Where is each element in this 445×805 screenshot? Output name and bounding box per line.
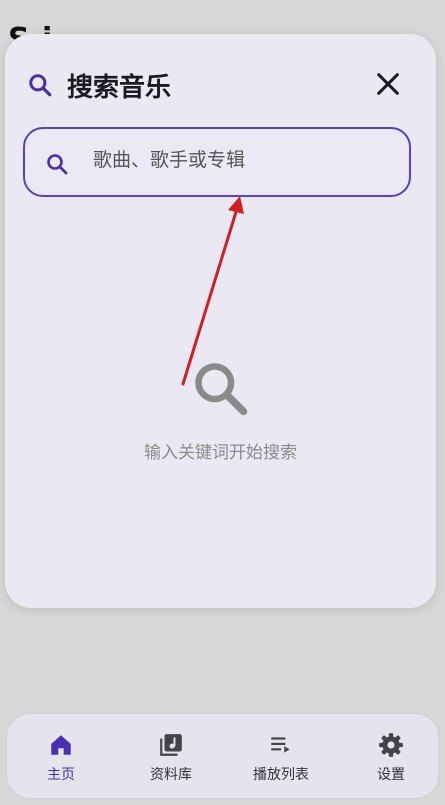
dialog-title: 搜索音乐 bbox=[67, 73, 172, 103]
search-field-icon bbox=[47, 154, 68, 175]
playlist-icon bbox=[271, 737, 290, 753]
bottom-navigation: 主页 资料库 播放列表 设置 bbox=[6, 713, 439, 799]
empty-search-icon bbox=[195, 363, 248, 416]
nav-item-library[interactable]: 资料库 bbox=[126, 732, 216, 784]
search-icon bbox=[29, 74, 52, 97]
gear-icon bbox=[379, 733, 403, 757]
library-icon bbox=[160, 734, 182, 756]
empty-state-text: 输入关键词开始搜索 bbox=[144, 443, 297, 463]
nav-label-library: 资料库 bbox=[150, 767, 192, 783]
search-field[interactable] bbox=[23, 127, 411, 197]
search-input[interactable] bbox=[93, 149, 383, 171]
nav-label-settings: 设置 bbox=[377, 767, 405, 783]
nav-item-settings[interactable]: 设置 bbox=[346, 732, 436, 784]
search-dialog: 搜索音乐 输入关键词开始搜索 bbox=[5, 34, 436, 608]
nav-label-playlist: 播放列表 bbox=[253, 767, 309, 783]
home-icon bbox=[51, 735, 71, 755]
nav-item-playlist[interactable]: 播放列表 bbox=[236, 732, 326, 784]
nav-item-home[interactable]: 主页 bbox=[16, 732, 106, 784]
dialog-header: 搜索音乐 bbox=[5, 34, 436, 130]
close-button[interactable] bbox=[374, 70, 402, 98]
nav-label-home: 主页 bbox=[47, 767, 75, 783]
